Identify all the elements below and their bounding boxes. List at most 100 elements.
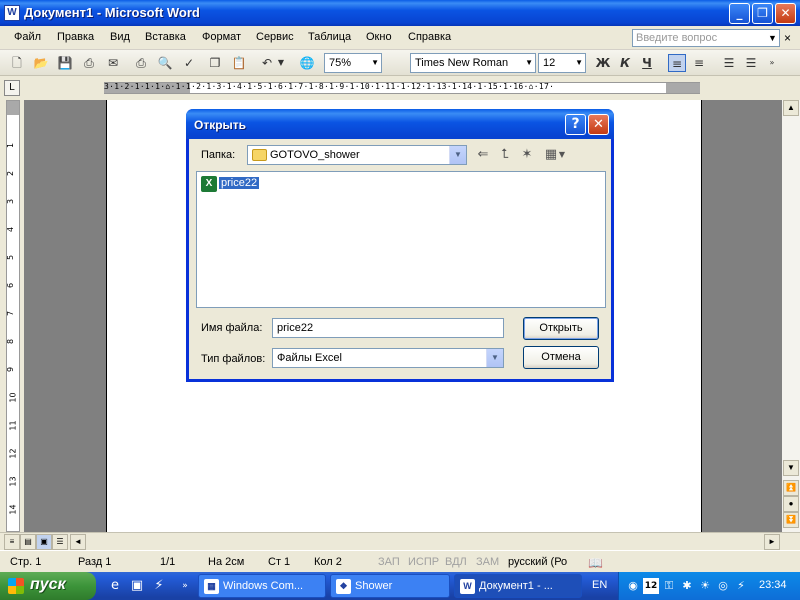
status-track-changes[interactable]: ИСПР <box>408 556 439 568</box>
undo-dropdown-icon[interactable]: ▼ <box>276 54 286 72</box>
tray-flash-icon[interactable]: ⚡ <box>733 578 749 594</box>
word-app-icon[interactable]: W <box>4 5 20 21</box>
web-globe-icon[interactable]: 🌐 <box>298 54 316 72</box>
toolbar-options-icon[interactable]: » <box>766 54 778 72</box>
outline-view-icon[interactable]: ☰ <box>52 534 68 550</box>
print-layout-view-icon[interactable]: ▣ <box>36 534 52 550</box>
help-dropdown-icon[interactable]: ▼ <box>768 33 777 43</box>
filename-input[interactable]: price22 <box>272 318 504 338</box>
normal-view-icon[interactable]: ≡ <box>4 534 20 550</box>
menu-insert[interactable]: Вставка <box>145 31 186 43</box>
print-preview-icon[interactable]: 🔍 <box>156 54 174 72</box>
next-page-icon[interactable]: ⏬ <box>783 512 799 528</box>
maximize-button[interactable]: ❐ <box>752 3 773 24</box>
scroll-left-icon[interactable]: ◄ <box>70 534 86 550</box>
font-size-combo[interactable]: 12 ▼ <box>538 53 586 73</box>
italic-button[interactable]: К <box>616 54 634 72</box>
previous-page-icon[interactable]: ⏫ <box>783 480 799 496</box>
print-icon[interactable]: ⎙ <box>132 54 150 72</box>
bold-button[interactable]: Ж <box>594 54 612 72</box>
internet-explorer-icon[interactable]: e <box>106 577 124 595</box>
dialog-close-button[interactable]: ✕ <box>588 114 609 135</box>
quicklaunch-more-icon[interactable]: » <box>176 577 194 595</box>
up-folder-icon[interactable]: ⮤ <box>495 146 515 164</box>
tray-app-icon[interactable]: ✱ <box>679 578 695 594</box>
web-layout-view-icon[interactable]: ▤ <box>20 534 36 550</box>
scroll-down-icon[interactable]: ▼ <box>783 460 799 476</box>
quicklaunch-tool-icon[interactable]: ⚡ <box>150 577 168 595</box>
tray-network-icon[interactable]: ⚿ <box>661 578 677 594</box>
document-close-icon[interactable]: × <box>784 31 791 45</box>
language-indicator[interactable]: EN <box>592 579 607 591</box>
spelling-status-icon[interactable]: 📖 <box>588 556 603 570</box>
menu-tools[interactable]: Сервис <box>256 31 294 43</box>
windows-commander-icon: ▦ <box>204 579 219 594</box>
tab-stop-selector[interactable]: L <box>4 80 20 96</box>
vertical-scrollbar[interactable]: ▲ ▼ ⏫ ● ⏬ <box>782 100 800 532</box>
folder-value: GOTOVO_shower <box>270 149 360 161</box>
menu-edit[interactable]: Правка <box>57 31 94 43</box>
zoom-combo[interactable]: 75% ▼ <box>324 53 382 73</box>
dialog-help-button[interactable]: ? <box>565 114 586 135</box>
menu-help[interactable]: Справка <box>408 31 451 43</box>
menu-window[interactable]: Окно <box>366 31 392 43</box>
undo-icon[interactable]: ↶ <box>258 54 276 72</box>
vertical-ruler[interactable]: 1 2 3 4 5 6 7 8 9 10 11 12 13 14 <box>6 100 20 532</box>
filetype-dropdown-icon[interactable]: ▼ <box>486 349 503 367</box>
close-button[interactable]: ✕ <box>775 3 796 24</box>
task-windows-commander[interactable]: ▦ Windows Com... <box>198 574 326 598</box>
menu-view[interactable]: Вид <box>110 31 130 43</box>
minimize-button[interactable]: _ <box>729 3 750 24</box>
email-icon[interactable]: ✉ <box>104 54 122 72</box>
tray-sun-icon[interactable]: ☀ <box>697 578 713 594</box>
align-center-icon[interactable]: ≡ <box>690 54 708 72</box>
help-question-input[interactable]: Введите вопрос <box>632 29 780 47</box>
back-arrow-icon[interactable]: ⇐ <box>473 146 493 164</box>
permission-icon[interactable]: ⎙ <box>80 54 98 72</box>
font-size-dropdown-icon[interactable]: ▼ <box>575 58 583 67</box>
status-overtype-mode[interactable]: ЗАМ <box>476 556 499 568</box>
underline-button[interactable]: Ч <box>638 54 656 72</box>
quicklaunch-app-icon[interactable]: ▣ <box>128 577 146 595</box>
tray-security-icon[interactable]: ◎ <box>715 578 731 594</box>
standard-toolbar: 🗋 📂 💾 ⎙ ✉ ⎙ 🔍 ✓ ❐ 📋 ↶ ▼ 🌐 75% ▼ Times Ne… <box>0 50 800 76</box>
numbered-list-icon[interactable]: ☰ <box>720 54 738 72</box>
font-combo[interactable]: Times New Roman ▼ <box>410 53 536 73</box>
filetype-select[interactable]: Файлы Excel ▼ <box>272 348 504 368</box>
horizontal-scrollbar[interactable]: ≡ ▤ ▣ ☰ ◄ ► <box>0 532 800 550</box>
menu-file[interactable]: Файл <box>14 31 41 43</box>
cancel-button[interactable]: Отмена <box>523 346 599 369</box>
paste-icon[interactable]: 📋 <box>230 54 248 72</box>
clock[interactable]: 23:34 <box>759 579 787 591</box>
scroll-up-icon[interactable]: ▲ <box>783 100 799 116</box>
horizontal-ruler[interactable]: 3·1·2·1·1·1·⌂·1·1·2·1·3·1·4·1·5·1·6·1·7·… <box>104 82 700 94</box>
start-button[interactable]: пуск <box>0 572 96 600</box>
copy-icon[interactable]: ❐ <box>206 54 224 72</box>
bulleted-list-icon[interactable]: ☰ <box>742 54 760 72</box>
open-folder-icon[interactable]: 📂 <box>32 54 50 72</box>
file-list[interactable]: X price22 <box>196 171 606 308</box>
view-dropdown-icon[interactable]: ▼ <box>557 146 567 164</box>
folder-dropdown-icon[interactable]: ▼ <box>449 146 466 164</box>
status-bar: Стр. 1 Разд 1 1/1 На 2см Ст 1 Кол 2 ЗАП … <box>0 550 800 572</box>
task-word-document[interactable]: W Документ1 - ... <box>454 574 582 598</box>
tray-volume-icon[interactable]: ◉ <box>625 578 641 594</box>
scroll-right-icon[interactable]: ► <box>764 534 780 550</box>
zoom-dropdown-icon[interactable]: ▼ <box>371 58 379 67</box>
open-button[interactable]: Открыть <box>523 317 599 340</box>
folder-select[interactable]: GOTOVO_shower ▼ <box>247 145 467 165</box>
new-document-icon[interactable]: 🗋 <box>8 54 26 72</box>
font-dropdown-icon[interactable]: ▼ <box>525 58 533 67</box>
tray-calendar-icon[interactable]: 12 <box>643 578 659 594</box>
status-record-mode[interactable]: ЗАП <box>378 556 400 568</box>
spelling-icon[interactable]: ✓ <box>180 54 198 72</box>
align-left-icon[interactable]: ≡ <box>668 54 686 72</box>
status-page: Стр. 1 <box>10 556 42 568</box>
save-icon[interactable]: 💾 <box>56 54 74 72</box>
status-extend-mode[interactable]: ВДЛ <box>445 556 467 568</box>
menu-table[interactable]: Таблица <box>308 31 351 43</box>
menu-format[interactable]: Формат <box>202 31 241 43</box>
new-folder-icon[interactable]: ✶ <box>517 146 537 164</box>
task-shower[interactable]: ❖ Shower <box>330 574 450 598</box>
select-browse-object-icon[interactable]: ● <box>783 496 799 512</box>
